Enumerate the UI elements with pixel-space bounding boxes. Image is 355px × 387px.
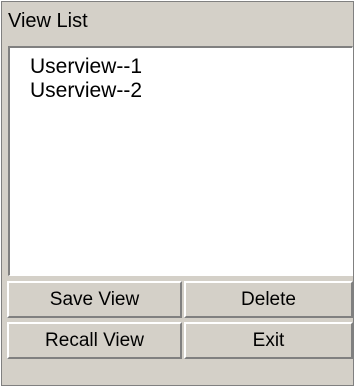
exit-button[interactable]: Exit	[184, 322, 353, 359]
list-item[interactable]: Userview--2	[30, 79, 142, 103]
save-view-button[interactable]: Save View	[7, 281, 182, 318]
panel-title: View List	[8, 10, 88, 32]
list-item[interactable]: Userview--1	[30, 55, 142, 79]
view-listbox[interactable]: Userview--1 Userview--2	[8, 46, 353, 276]
recall-view-button[interactable]: Recall View	[7, 322, 182, 359]
view-list-panel: View List Userview--1 Userview--2 Save V…	[1, 1, 354, 386]
delete-button[interactable]: Delete	[184, 281, 353, 318]
